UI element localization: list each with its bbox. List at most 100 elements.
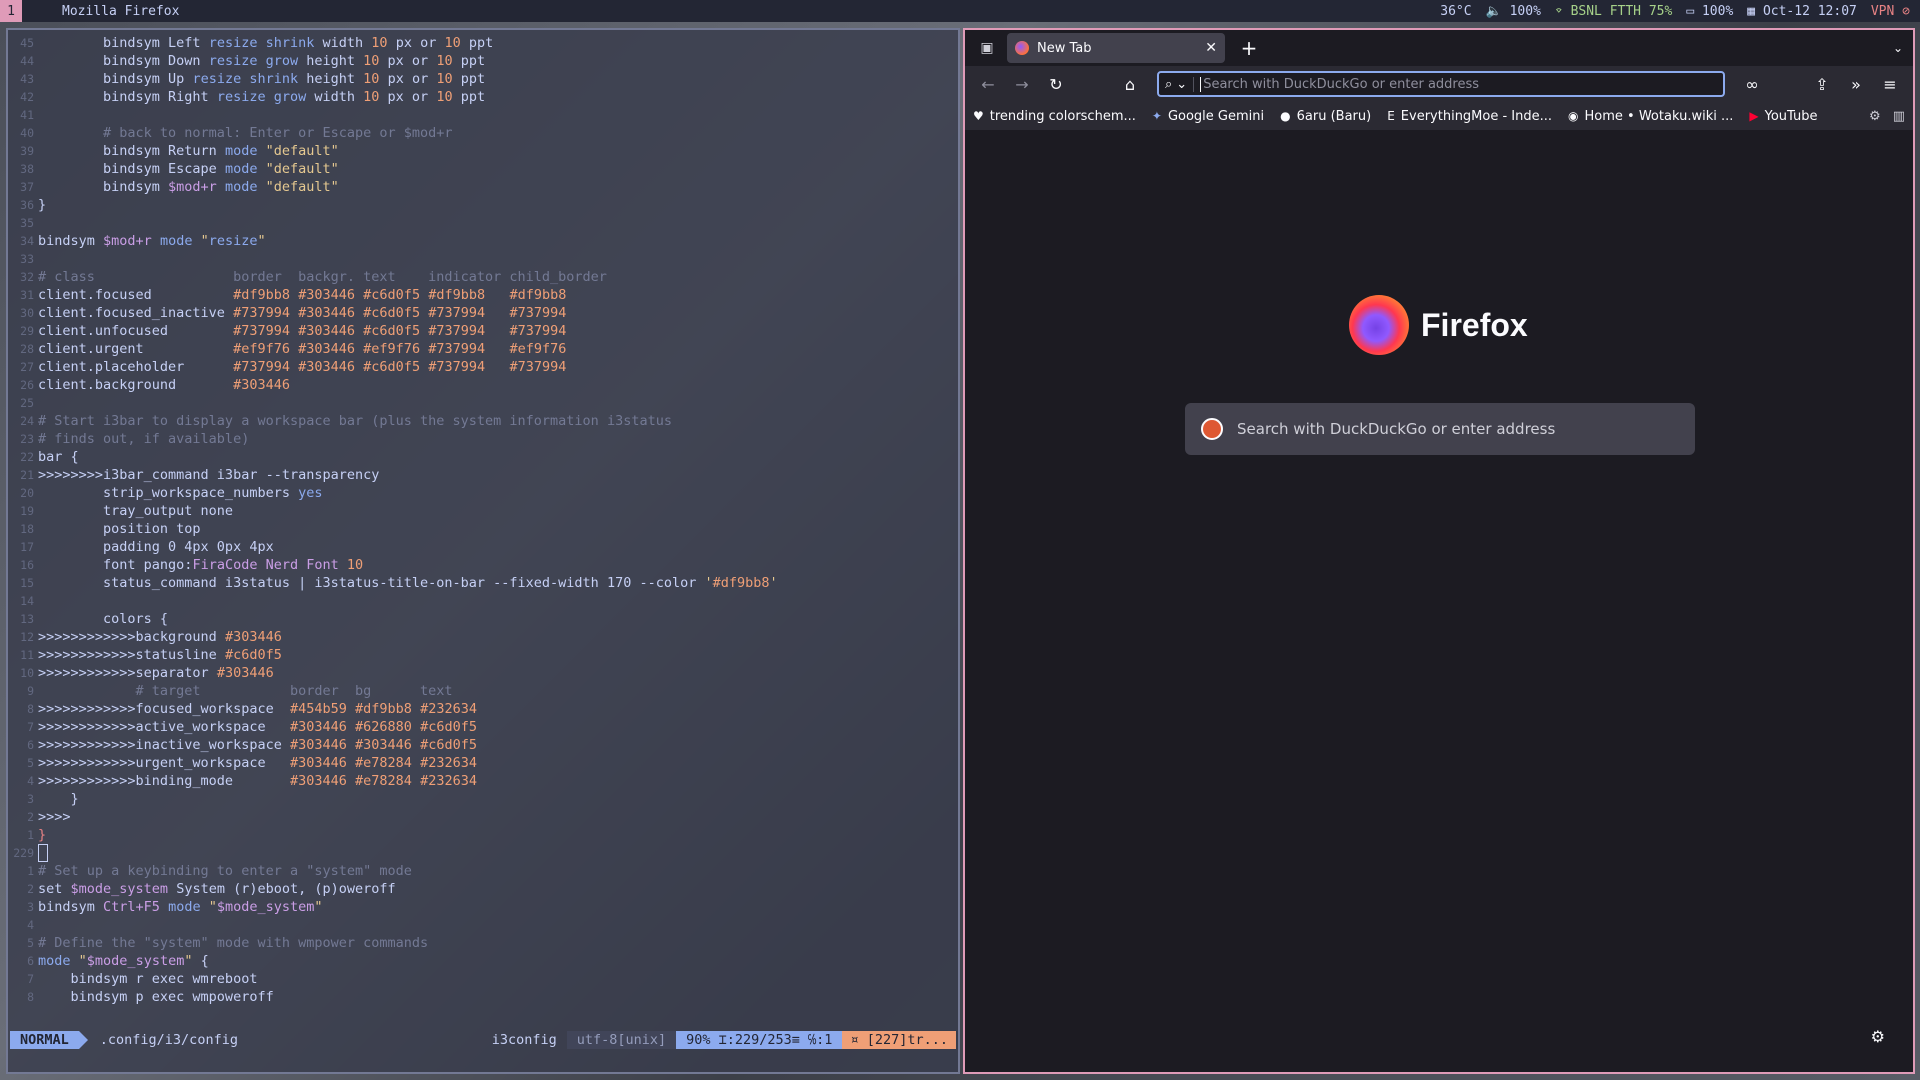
line-number: 15 [20,576,34,590]
bookmark-item[interactable]: ● 6aru (Baru) [1280,109,1371,124]
editor-line[interactable]: 229 [8,844,958,862]
line-text: client.unfocused #737994 #303446 #c6d0f5… [38,323,567,339]
home-icon[interactable]: ⌂ [1113,70,1147,98]
editor-line[interactable]: 42 bindsym Right resize grow width 10 px… [8,88,958,106]
editor-line[interactable]: 37 bindsym $mod+r mode "default" [8,178,958,196]
editor-line[interactable]: 32 # class border backgr. text indicator … [8,268,958,286]
editor-line[interactable]: 3 bindsym Ctrl+F5 mode "$mode_system" [8,898,958,916]
url-input[interactable]: Search with DuckDuckGo or enter address [1200,76,1479,92]
editor-line[interactable]: 6 >>>>>>>>>>>>inactive_workspace #303446 … [8,736,958,754]
line-number: 1 [27,828,34,842]
editor-line[interactable]: 40 # back to normal: Enter or Escape or … [8,124,958,142]
editor-line[interactable]: 24 # Start i3bar to display a workspace b… [8,412,958,430]
tab-new-tab[interactable]: New Tab ✕ [1007,33,1225,63]
close-icon[interactable]: ✕ [1205,40,1217,56]
editor-line[interactable]: 4 >>>>>>>>>>>>binding_mode #303446 #e7828… [8,772,958,790]
bookmark-item[interactable]: ◉ Home • Wotaku.wiki ... [1568,109,1733,124]
bookmark-item[interactable]: E EverythingMoe - Inde... [1387,109,1552,124]
editor-line[interactable]: 1} [8,826,958,844]
chevron-down-icon: ⌄ [1176,76,1188,92]
editor-line[interactable]: 8 bindsym p exec wmpoweroff [8,988,958,1006]
share-icon[interactable]: ⇪ [1805,70,1839,98]
editor-line[interactable]: 45 bindsym Left resize shrink width 10 p… [8,34,958,52]
editor-line[interactable]: 6 mode "$mode_system" { [8,952,958,970]
editor-line[interactable]: 41 [8,106,958,124]
editor-line[interactable]: 13 colors { [8,610,958,628]
editor-line[interactable]: 34 bindsym $mod+r mode "resize" [8,232,958,250]
newtab-search-box[interactable]: Search with DuckDuckGo or enter address [1185,403,1695,455]
new-tab-button[interactable]: + [1237,36,1261,60]
terminal-window[interactable]: 45 bindsym Left resize shrink width 10 p… [6,28,960,1074]
extension-icon[interactable]: ∞ [1735,70,1769,98]
firefox-logo: Firefox [1349,295,1528,355]
editor-line[interactable]: 18 position top [8,520,958,538]
editor-line[interactable]: 33 [8,250,958,268]
editor-line[interactable]: 23 # finds out, if available) [8,430,958,448]
line-number: 41 [20,108,34,122]
editor-line[interactable]: 11 >>>>>>>>>>>>statusline #c6d0f5 [8,646,958,664]
editor-line[interactable]: 4 [8,916,958,934]
editor-line[interactable]: 31 client.focused #df9bb8 #303446 #c6d0f5… [8,286,958,304]
sidebar-icon[interactable]: ▥ [1893,109,1905,124]
editor-buffer[interactable]: 45 bindsym Left resize shrink width 10 p… [8,34,958,1006]
settings-gear-icon[interactable]: ⚙ [1869,109,1881,124]
editor-line[interactable]: 27 client.placeholder #737994 #303446 #c6… [8,358,958,376]
line-number: 36 [20,198,34,212]
editor-line[interactable]: 8 >>>>>>>>>>>>focused_workspace #454b59 #… [8,700,958,718]
editor-line[interactable]: 5 >>>>>>>>>>>>urgent_workspace #303446 #e… [8,754,958,772]
line-text: >>>>>>>>>>>>binding_mode #303446 #e78284… [38,773,477,789]
firefox-logo-icon [1349,295,1409,355]
editor-line[interactable]: 20 strip_workspace_numbers yes [8,484,958,502]
line-number: 13 [20,612,34,626]
line-number: 7 [27,972,34,986]
editor-line[interactable]: 22 bar { [8,448,958,466]
editor-line[interactable]: 28 client.urgent #ef9f76 #303446 #ef9f76 … [8,340,958,358]
back-arrow-icon[interactable]: ← [971,70,1005,98]
editor-line[interactable]: 10 >>>>>>>>>>>>separator #303446 [8,664,958,682]
bookmark-item[interactable]: ▶ YouTube [1749,109,1817,124]
tab-list-icon[interactable]: ▣ [973,34,1001,62]
datetime-status: ▦ Oct-12 12:07 [1747,4,1857,19]
editor-line[interactable]: 19 tray_output none [8,502,958,520]
search-engine-selector[interactable]: ⌕ ⌄ [1165,76,1195,92]
editor-line[interactable]: 36} [8,196,958,214]
editor-line[interactable]: 26 client.background #303446 [8,376,958,394]
editor-line[interactable]: 3 } [8,790,958,808]
workspace-button[interactable]: 1 [0,0,22,22]
newtab-settings-gear-icon[interactable]: ⚙ [1871,1027,1885,1046]
bookmark-item[interactable]: ♥ trending colorschem... [973,109,1136,124]
line-text: bindsym p exec wmpoweroff [38,989,274,1005]
editor-line[interactable]: 29 client.unfocused #737994 #303446 #c6d0… [8,322,958,340]
line-text: font pango:FiraCode Nerd Font 10 [38,557,364,573]
hamburger-menu-icon[interactable]: ≡ [1873,70,1907,98]
line-number: 10 [20,666,34,680]
editor-line[interactable]: 1 # Set up a keybinding to enter a "syste… [8,862,958,880]
editor-line[interactable]: 16 font pango:FiraCode Nerd Font 10 [8,556,958,574]
editor-line[interactable]: 38 bindsym Escape mode "default" [8,160,958,178]
editor-line[interactable]: 7 bindsym r exec wmreboot [8,970,958,988]
editor-line[interactable]: 9 # target border bg text [8,682,958,700]
editor-line[interactable]: 30 client.focused_inactive #737994 #30344… [8,304,958,322]
editor-line[interactable]: 35 [8,214,958,232]
editor-line[interactable]: 15 status_command i3status | i3status-ti… [8,574,958,592]
chevron-down-icon[interactable]: ⌄ [1893,41,1903,55]
line-number: 3 [27,792,34,806]
editor-line[interactable]: 7 >>>>>>>>>>>>active_workspace #303446 #6… [8,718,958,736]
editor-line[interactable]: 2 set $mode_system System (r)eboot, (p)ow… [8,880,958,898]
editor-line[interactable]: 21 >>>>>>>>i3bar_command i3bar --transpar… [8,466,958,484]
reload-icon[interactable]: ↻ [1039,70,1073,98]
editor-line[interactable]: 44 bindsym Down resize grow height 10 px… [8,52,958,70]
editor-line[interactable]: 25 [8,394,958,412]
editor-line[interactable]: 17 padding 0 4px 0px 4px [8,538,958,556]
editor-line[interactable]: 2 >>>> [8,808,958,826]
editor-line[interactable]: 43 bindsym Up resize shrink height 10 px… [8,70,958,88]
url-bar[interactable]: ⌕ ⌄ Search with DuckDuckGo or enter addr… [1157,71,1725,97]
editor-line[interactable]: 14 [8,592,958,610]
bookmark-item[interactable]: ✦ Google Gemini [1152,109,1264,124]
forward-arrow-icon[interactable]: → [1005,70,1039,98]
overflow-menu-icon[interactable]: » [1839,70,1873,98]
editor-line[interactable]: 12 >>>>>>>>>>>>background #303446 [8,628,958,646]
editor-line[interactable]: 5 # Define the "system" mode with wmpower… [8,934,958,952]
firefox-window[interactable]: ▣ New Tab ✕ + ⌄ ← → ↻ ⌂ ⌕ ⌄ Search with … [963,28,1915,1074]
editor-line[interactable]: 39 bindsym Return mode "default" [8,142,958,160]
